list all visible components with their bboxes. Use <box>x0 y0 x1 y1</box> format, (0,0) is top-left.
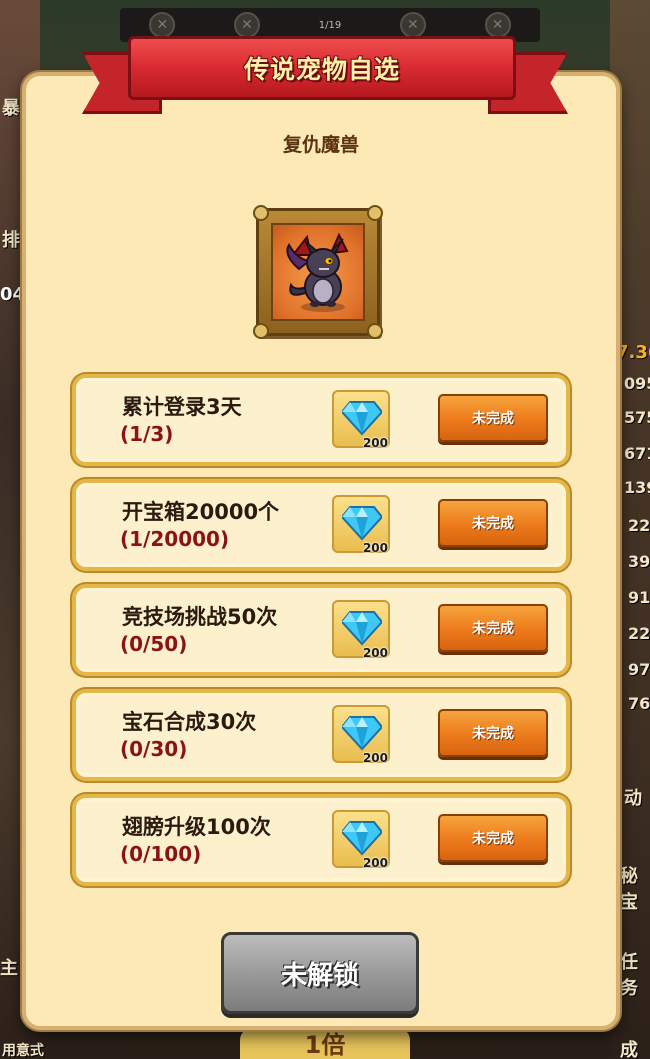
bg-left-label: 用意式 <box>2 1043 44 1059</box>
task-name: 开宝箱20000个 <box>122 500 280 524</box>
reward-slot[interactable]: 200 <box>332 810 390 870</box>
bg-right-value: 22 <box>628 624 650 643</box>
dialog-title: 传说宠物自选 <box>243 55 400 84</box>
task-row: 竞技场挑战50次 (0/50) 200 未完成 <box>72 584 570 676</box>
close-icon: ✕ <box>149 12 176 38</box>
bg-right-label: 任务 <box>620 952 638 999</box>
reward-count: 200 <box>362 436 388 450</box>
task-name: 累计登录3天 <box>122 395 242 419</box>
pet-name: 复仇魔兽 <box>282 134 359 156</box>
bg-right-value: 575 <box>624 408 650 427</box>
task-progress: (0/100) <box>120 842 202 866</box>
frame-knob <box>253 205 269 221</box>
bg-right-label: 秘宝 <box>620 866 638 913</box>
reward-slot[interactable]: 200 <box>332 495 390 555</box>
pet-image <box>271 223 365 321</box>
bg-right-value: 139 <box>624 478 650 497</box>
diamond-icon <box>342 716 382 751</box>
bg-right-value: 76 <box>628 694 650 713</box>
bg-left-label: 排 <box>2 230 20 251</box>
task-row: 翅膀升级100次 (0/100) 200 未完成 <box>72 794 570 886</box>
task-row: 开宝箱20000个 (1/20000) 200 未完成 <box>72 479 570 571</box>
task-status-button[interactable]: 未完成 <box>438 394 548 442</box>
reward-count: 200 <box>362 856 388 870</box>
task-status-button[interactable]: 未完成 <box>438 604 548 652</box>
bg-left-label: 暴 <box>2 98 20 119</box>
bg-right-label: 动 <box>624 788 642 809</box>
close-icon: ✕ <box>484 12 511 38</box>
diamond-icon <box>342 821 382 856</box>
task-row: 宝石合成30次 (0/30) 200 未完成 <box>72 689 570 781</box>
frame-knob <box>367 323 383 339</box>
bg-right-value: 221 <box>628 516 650 535</box>
frame-knob <box>253 323 269 339</box>
bg-right-label: 成就 <box>620 1040 638 1059</box>
task-progress: (1/3) <box>120 422 174 446</box>
title-ribbon: 传说宠物自选 <box>128 36 516 100</box>
bg-right-value: 671 <box>624 444 650 463</box>
task-progress: (0/50) <box>120 632 188 656</box>
bg-right-value: 095 <box>624 374 650 393</box>
task-progress: (1/20000) <box>120 527 230 551</box>
reward-slot[interactable]: 200 <box>332 600 390 660</box>
unlock-button[interactable]: 未解锁 <box>221 932 419 1014</box>
frame-knob <box>367 205 383 221</box>
demon-beast-icon <box>286 232 349 312</box>
close-icon: ✕ <box>234 12 261 38</box>
bg-right-value: 39 <box>628 552 650 571</box>
bg-right-value: 7.36 <box>616 342 650 363</box>
bg-multiplier: 1倍 <box>240 1028 410 1059</box>
diamond-icon <box>342 401 382 436</box>
task-name: 竞技场挑战50次 <box>122 605 278 629</box>
task-status-button[interactable]: 未完成 <box>438 814 548 862</box>
bg-right-value: 97 <box>628 660 650 679</box>
task-status-button[interactable]: 未完成 <box>438 709 548 757</box>
bg-page-indicator: 1/19 <box>318 19 342 31</box>
diamond-icon <box>342 506 382 541</box>
reward-count: 200 <box>362 646 388 660</box>
task-progress: (0/30) <box>120 737 188 761</box>
task-status-button[interactable]: 未完成 <box>438 499 548 547</box>
task-name: 翅膀升级100次 <box>122 815 271 839</box>
reward-count: 200 <box>362 541 388 555</box>
pet-portrait[interactable] <box>253 205 383 339</box>
task-row: 累计登录3天 (1/3) 200 未完成 <box>72 374 570 466</box>
close-icon: ✕ <box>399 12 426 38</box>
reward-slot[interactable]: 200 <box>332 390 390 450</box>
reward-count: 200 <box>362 751 388 765</box>
reward-slot[interactable]: 200 <box>332 705 390 765</box>
bg-right-value: 91 <box>628 588 650 607</box>
task-name: 宝石合成30次 <box>122 710 257 734</box>
bg-left-label: 主 <box>0 958 18 979</box>
diamond-icon <box>342 611 382 646</box>
